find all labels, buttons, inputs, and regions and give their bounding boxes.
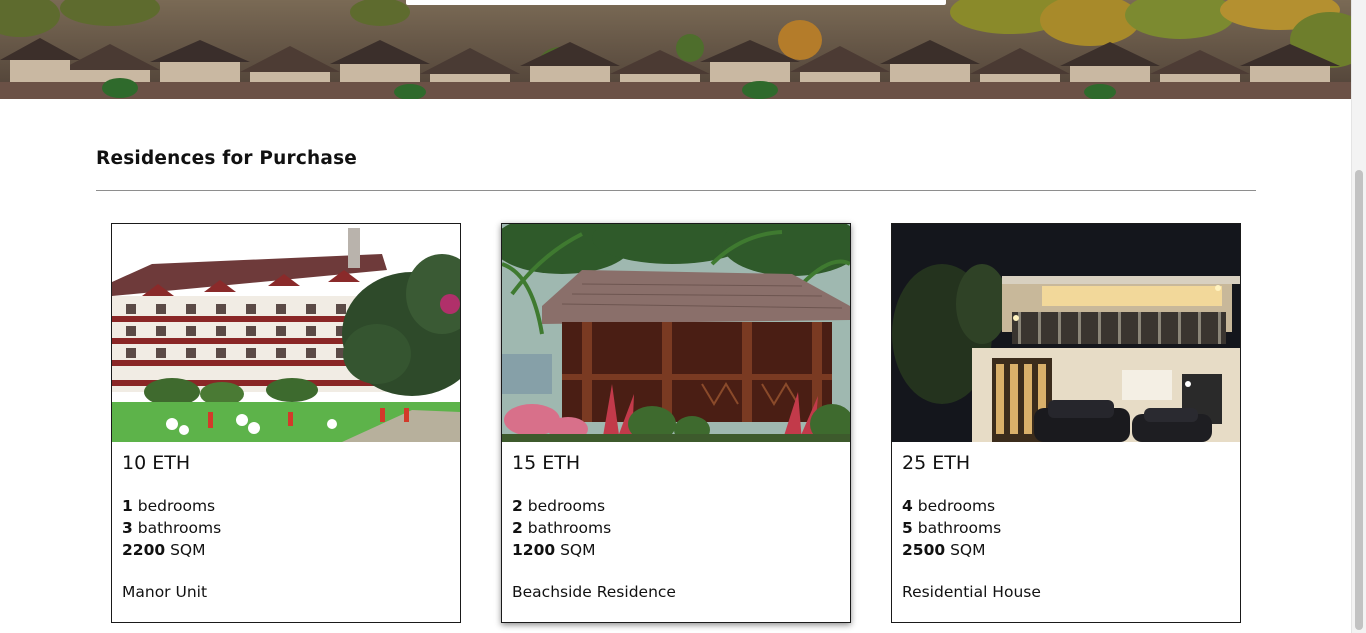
- bathrooms-label: bathrooms: [917, 519, 1002, 537]
- area-unit: SQM: [560, 541, 596, 559]
- area-value: 2200: [122, 541, 166, 559]
- scrollbar-thumb[interactable]: [1355, 170, 1363, 630]
- bedrooms-label: bedrooms: [917, 497, 996, 515]
- listing-photo[interactable]: [112, 224, 460, 442]
- listing-bathrooms: 3 bathrooms: [122, 519, 221, 537]
- bathrooms-count: 5: [902, 519, 913, 537]
- listing-area: 2500 SQM: [902, 541, 986, 559]
- listing-bedrooms: 2 bedrooms: [512, 497, 605, 515]
- bathrooms-count: 2: [512, 519, 523, 537]
- listing-card[interactable]: 15 ETH 2 bedrooms 2 bathrooms 1200 SQM B…: [501, 223, 851, 623]
- listing-card[interactable]: 10 ETH 1 bedrooms 3 bathrooms 2200 SQM M…: [111, 223, 461, 623]
- bedrooms-label: bedrooms: [527, 497, 606, 515]
- listing-bathrooms: 2 bathrooms: [512, 519, 611, 537]
- bedrooms-count: 2: [512, 497, 523, 515]
- listing-card[interactable]: 25 ETH 4 bedrooms 5 bathrooms 2500 SQM R…: [891, 223, 1241, 623]
- listing-name: Manor Unit: [122, 583, 208, 601]
- listing-price: 15 ETH: [512, 452, 581, 474]
- area-value: 2500: [902, 541, 946, 559]
- listing-photo[interactable]: [892, 224, 1240, 442]
- listing-bedrooms: 4 bedrooms: [902, 497, 995, 515]
- listing-price: 25 ETH: [902, 452, 971, 474]
- hero-banner-image: [0, 0, 1351, 99]
- listing-bedrooms: 1 bedrooms: [122, 497, 215, 515]
- listing-photo[interactable]: [502, 224, 850, 442]
- listing-area: 1200 SQM: [512, 541, 596, 559]
- bathrooms-label: bathrooms: [527, 519, 612, 537]
- page-scrollbar[interactable]: [1351, 0, 1366, 633]
- section-divider: [96, 190, 1256, 191]
- listing-price: 10 ETH: [122, 452, 191, 474]
- bathrooms-count: 3: [122, 519, 133, 537]
- area-unit: SQM: [950, 541, 986, 559]
- bedrooms-count: 4: [902, 497, 913, 515]
- hero-search-box[interactable]: [406, 0, 946, 5]
- listing-name: Beachside Residence: [512, 583, 676, 601]
- page: Residences for Purchase 10 ETH 1 bedroom…: [0, 0, 1366, 633]
- listing-name: Residential House: [902, 583, 1041, 601]
- listing-area: 2200 SQM: [122, 541, 206, 559]
- bedrooms-label: bedrooms: [137, 497, 216, 515]
- section-title: Residences for Purchase: [96, 148, 358, 169]
- area-unit: SQM: [170, 541, 206, 559]
- bedrooms-count: 1: [122, 497, 133, 515]
- listing-bathrooms: 5 bathrooms: [902, 519, 1001, 537]
- bathrooms-label: bathrooms: [137, 519, 222, 537]
- area-value: 1200: [512, 541, 556, 559]
